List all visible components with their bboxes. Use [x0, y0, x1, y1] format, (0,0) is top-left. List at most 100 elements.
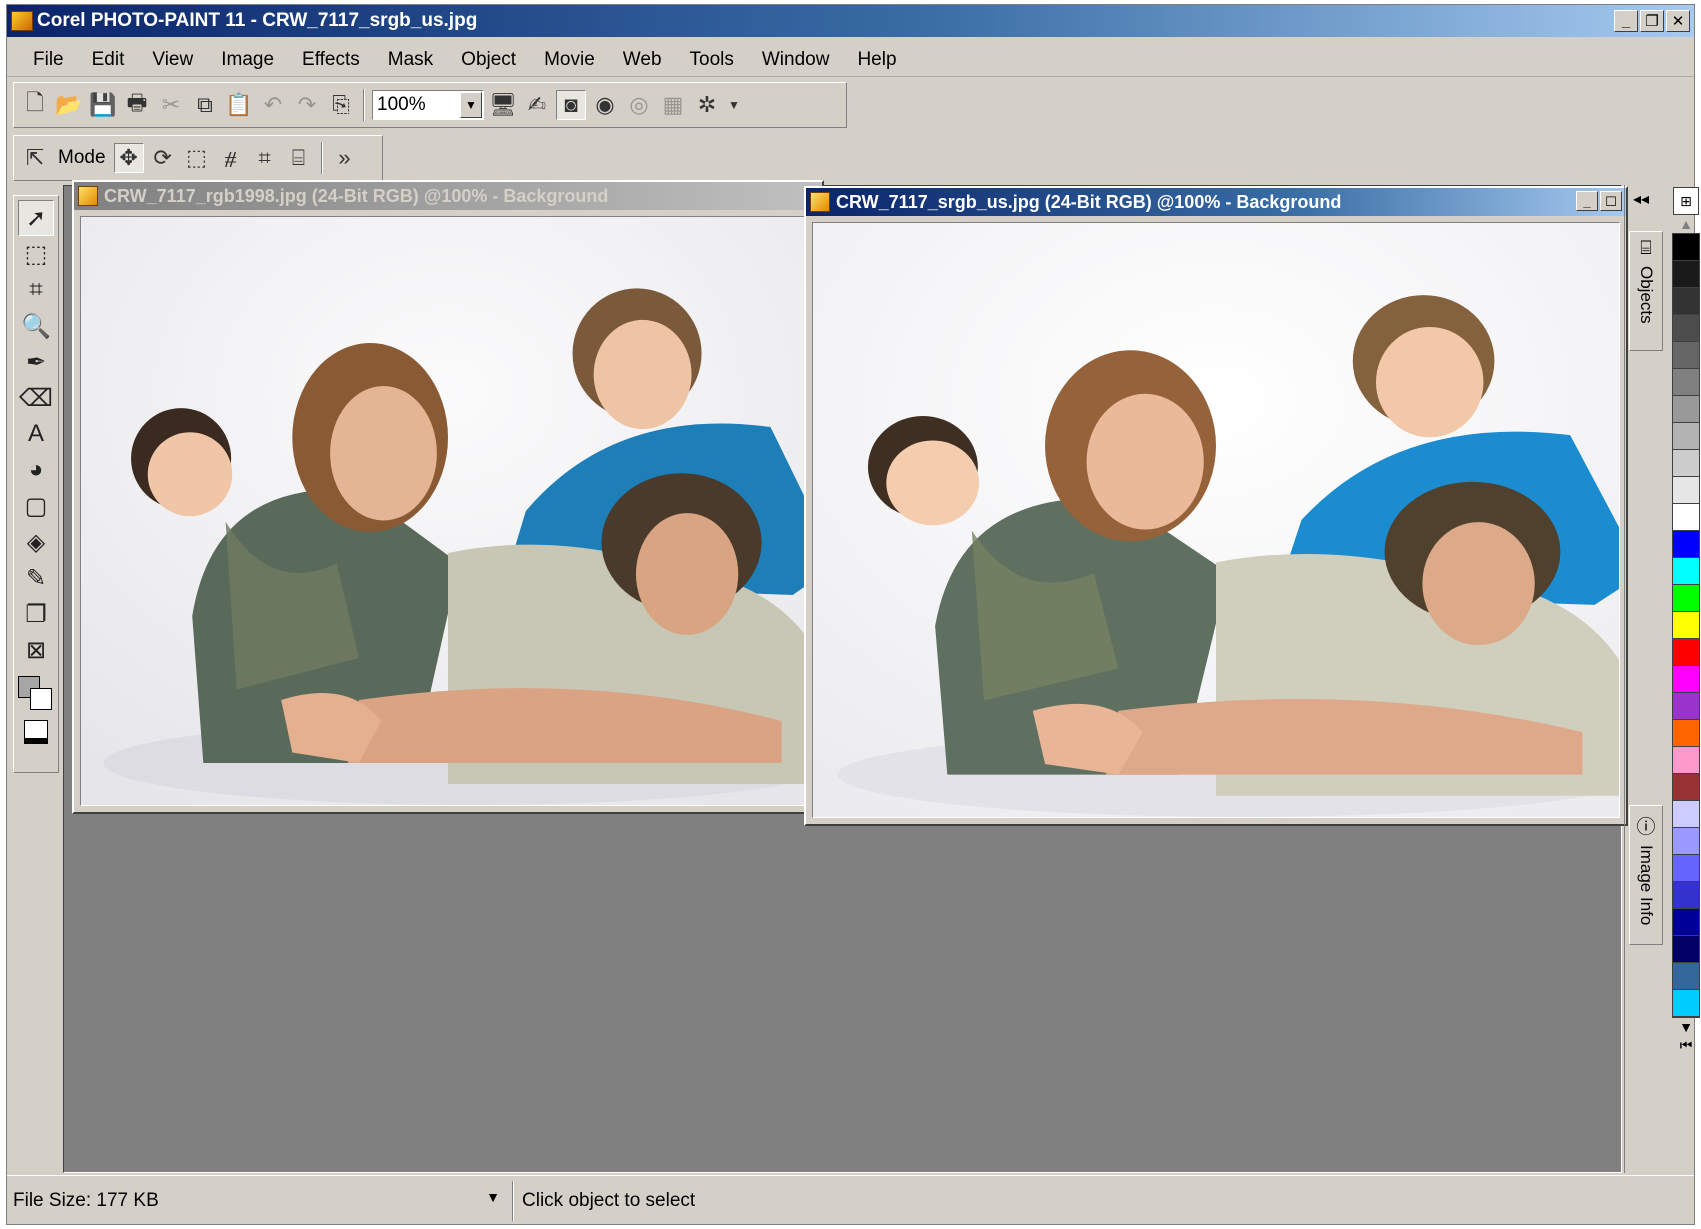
show-objects-icon[interactable]: ✲ [692, 90, 722, 120]
objects-docker-tab[interactable]: ⌸ Objects [1629, 231, 1663, 351]
palette-swatch[interactable] [1673, 396, 1699, 423]
import-icon[interactable]: ⎘ [326, 90, 356, 120]
save-icon[interactable]: 💾 [88, 90, 118, 120]
text-tool-icon[interactable]: A [18, 416, 54, 452]
document-window-srgb[interactable]: CRW_7117_srgb_us.jpg (24-Bit RGB) @100% … [804, 186, 1628, 826]
paint-tool-icon[interactable]: ✎ [18, 560, 54, 596]
redo-icon[interactable]: ↷ [292, 90, 322, 120]
scale-mode-icon[interactable]: ⬚ [182, 143, 212, 173]
palette-swatch[interactable] [1673, 774, 1699, 801]
palette-swatch[interactable] [1673, 963, 1699, 990]
fill-color-swatch[interactable] [24, 720, 48, 744]
copy-icon[interactable]: ⧉ [190, 90, 220, 120]
palette-swatch[interactable] [1673, 882, 1699, 909]
minimize-icon[interactable]: _ [1614, 10, 1638, 32]
effect-tool-icon[interactable]: ❐ [18, 596, 54, 632]
close-icon[interactable]: ✕ [1666, 10, 1690, 32]
palette-scroll-up-icon[interactable]: ▲ [1679, 215, 1693, 233]
menu-edit[interactable]: Edit [78, 49, 139, 71]
corel-app-icon[interactable] [11, 11, 33, 31]
palette-swatch[interactable] [1673, 666, 1699, 693]
chevron-down-icon[interactable]: ▼ [486, 1189, 500, 1205]
pick-tool-icon[interactable]: ➚ [18, 200, 54, 236]
menu-object[interactable]: Object [447, 49, 530, 71]
undo-icon[interactable]: ↶ [258, 90, 288, 120]
palette-swatch[interactable] [1673, 828, 1699, 855]
more-options-icon[interactable]: » [330, 143, 360, 173]
document-window-rgb1998[interactable]: CRW_7117_rgb1998.jpg (24-Bit RGB) @100% … [72, 180, 824, 814]
title-bar[interactable]: Corel PHOTO-PAINT 11 - CRW_7117_srgb_us.… [7, 5, 1694, 37]
open-icon[interactable]: 📂 [54, 90, 84, 120]
palette-swatch[interactable] [1673, 342, 1699, 369]
palette-swatch[interactable] [1673, 369, 1699, 396]
image-canvas[interactable] [80, 216, 816, 806]
menu-file[interactable]: File [19, 49, 78, 71]
mask-overlay-icon[interactable]: ◙ [556, 90, 586, 120]
palette-swatch[interactable] [1673, 558, 1699, 585]
chevron-down-icon[interactable]: ▼ [460, 92, 482, 118]
eyedropper-tool-icon[interactable]: ✒ [18, 344, 54, 380]
chevron-down-icon[interactable]: ▼ [726, 90, 742, 120]
maximize-icon[interactable]: ☐ [1600, 191, 1622, 211]
rectangle-tool-icon[interactable]: ▢ [18, 488, 54, 524]
print-icon[interactable]: 🖶 [122, 90, 152, 120]
clip-mask-icon[interactable]: ▦ [658, 90, 688, 120]
fill-tool-icon[interactable]: ◈ [18, 524, 54, 560]
rectangle-mask-tool-icon[interactable]: ⬚ [18, 236, 54, 272]
palette-swatch[interactable] [1673, 639, 1699, 666]
palette-swatch[interactable] [1673, 990, 1699, 1017]
eraser-tool-icon[interactable]: ⌫ [18, 380, 54, 416]
show-mask-marquee-icon[interactable]: ◉ [590, 90, 620, 120]
menu-movie[interactable]: Movie [530, 49, 609, 71]
palette-swatch[interactable] [1673, 720, 1699, 747]
perspective-mode-icon[interactable]: ⌸ [284, 143, 314, 173]
skew-mode-icon[interactable]: ⧣ [216, 143, 246, 173]
palette-swatch[interactable] [1673, 801, 1699, 828]
palette-swatch[interactable] [1673, 855, 1699, 882]
restore-icon[interactable]: ❐ [1640, 10, 1664, 32]
palette-swatch[interactable] [1673, 531, 1699, 558]
background-color-swatch[interactable] [30, 688, 52, 710]
palette-swatch[interactable] [1673, 261, 1699, 288]
image-sprayer-tool-icon[interactable]: ⊠ [18, 632, 54, 668]
position-mode-icon[interactable]: ✥ [113, 143, 144, 173]
image-info-docker-tab[interactable]: ⓘ Image Info [1629, 805, 1663, 945]
new-document-icon[interactable]: 🗋 [20, 90, 50, 120]
palette-swatch[interactable] [1673, 450, 1699, 477]
distort-mode-icon[interactable]: ⌗ [250, 143, 280, 173]
rotate-mode-icon[interactable]: ⟳ [148, 143, 178, 173]
menu-mask[interactable]: Mask [374, 49, 447, 71]
palette-options-icon[interactable]: ⊞ [1673, 187, 1699, 215]
menu-effects[interactable]: Effects [288, 49, 374, 71]
palette-swatch[interactable] [1673, 936, 1699, 963]
paste-icon[interactable]: 📋 [224, 90, 254, 120]
palette-swatch[interactable] [1673, 315, 1699, 342]
palette-scroll-end-icon[interactable]: ⏮ [1680, 1036, 1693, 1054]
red-eye-tool-icon[interactable]: ◕ [18, 452, 54, 488]
menu-tools[interactable]: Tools [676, 49, 748, 71]
menu-web[interactable]: Web [609, 49, 676, 71]
application-launcher-icon[interactable]: ✍ [522, 90, 552, 120]
context-help-icon[interactable]: ⇱ [20, 143, 50, 173]
palette-swatch[interactable] [1673, 585, 1699, 612]
cut-icon[interactable]: ✂ [156, 90, 186, 120]
menu-image[interactable]: Image [207, 49, 288, 71]
mask-invert-icon[interactable]: ◎ [624, 90, 654, 120]
menu-help[interactable]: Help [843, 49, 910, 71]
zoom-tool-icon[interactable]: 🔍 [18, 308, 54, 344]
palette-scroll-down-icon[interactable]: ▼ [1679, 1018, 1693, 1036]
minimize-icon[interactable]: _ [1576, 191, 1598, 211]
palette-swatch[interactable] [1673, 747, 1699, 774]
image-canvas[interactable] [812, 222, 1620, 818]
palette-swatch[interactable] [1673, 423, 1699, 450]
palette-swatch[interactable] [1673, 288, 1699, 315]
color-swatches[interactable] [16, 674, 56, 714]
crop-tool-icon[interactable]: ⌗ [18, 272, 54, 308]
palette-swatch[interactable] [1673, 693, 1699, 720]
full-screen-preview-icon[interactable]: 🖥 [488, 90, 518, 120]
document-title-bar[interactable]: CRW_7117_rgb1998.jpg (24-Bit RGB) @100% … [74, 182, 822, 210]
menu-window[interactable]: Window [748, 49, 844, 71]
menu-view[interactable]: View [138, 49, 207, 71]
palette-swatch[interactable] [1673, 504, 1699, 531]
collapse-dockers-icon[interactable]: ◂◂ [1633, 189, 1649, 209]
